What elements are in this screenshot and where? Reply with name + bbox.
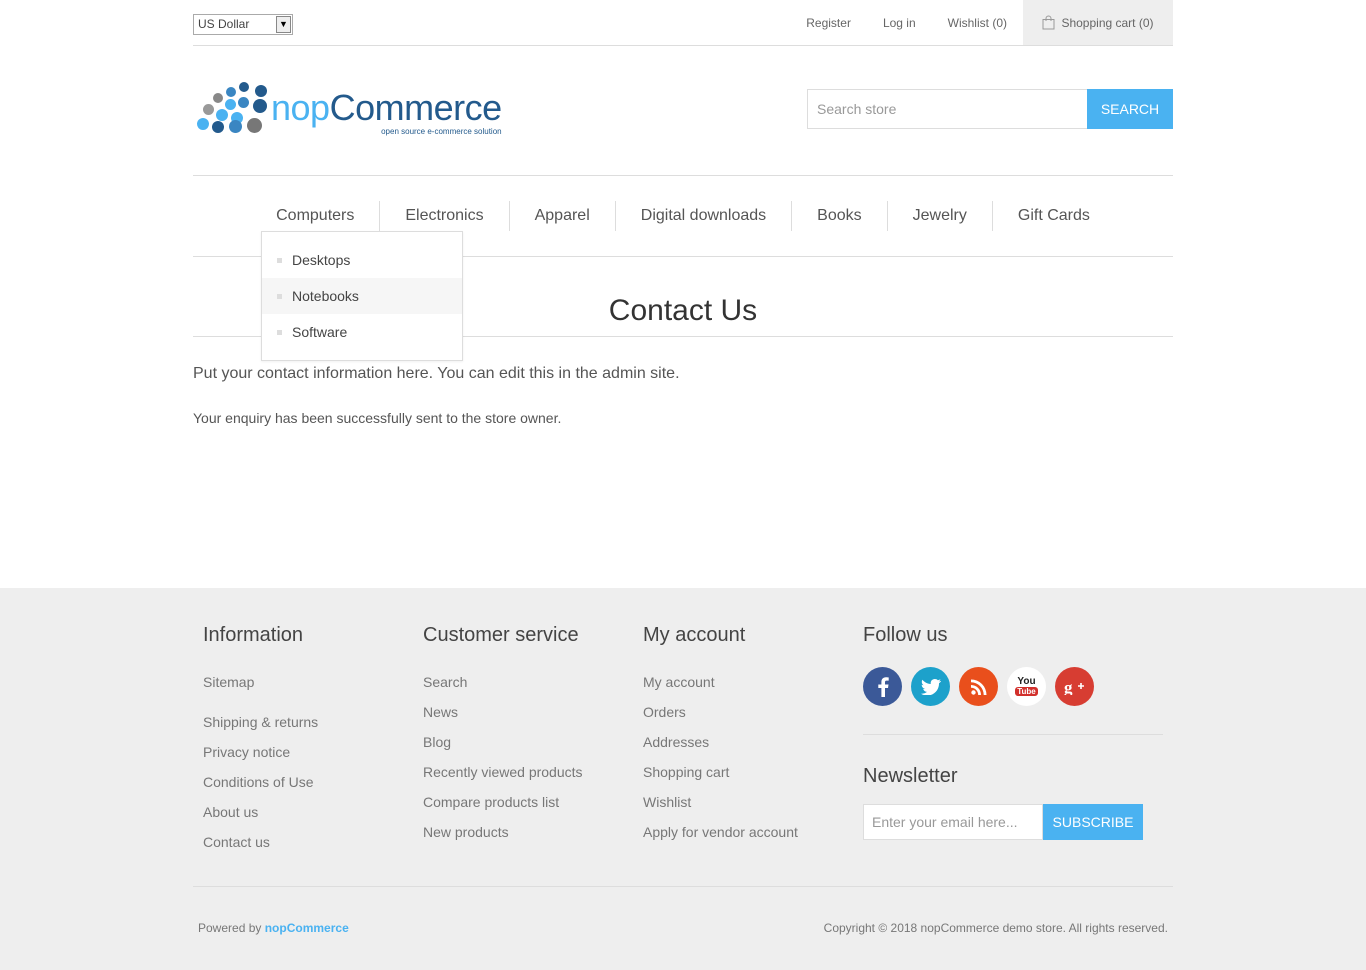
google-plus-icon[interactable]: g bbox=[1055, 667, 1094, 706]
newsletter-title: Newsletter bbox=[863, 765, 958, 787]
footer-heading: Information bbox=[203, 624, 304, 646]
footer: Information Sitemap Shipping & returns P… bbox=[0, 588, 1366, 970]
search-box: Search bbox=[807, 89, 1173, 129]
footer-link-contact-us[interactable]: Contact us bbox=[203, 827, 413, 857]
newsletter-email-input[interactable] bbox=[863, 804, 1043, 840]
footer-bottom: Powered by nopCommerce Copyright © 2018 … bbox=[193, 887, 1173, 969]
topic-text: Put your contact information here. You c… bbox=[193, 365, 680, 382]
footer-heading: Follow us bbox=[863, 624, 948, 646]
footer-link-apply-vendor[interactable]: Apply for vendor account bbox=[643, 817, 853, 847]
select-arrow-icon[interactable]: ▼ bbox=[276, 16, 291, 33]
footer-customer-service: Customer service Search News Blog Recent… bbox=[413, 624, 633, 886]
wishlist-label: Wishlist bbox=[947, 15, 989, 30]
shopping-cart-link[interactable]: Shopping cart (0) bbox=[1023, 0, 1173, 45]
logo-dots-icon bbox=[197, 82, 267, 134]
footer-link-shipping-returns[interactable]: Shipping & returns bbox=[203, 707, 413, 737]
submenu-label: Software bbox=[292, 324, 348, 340]
header: nopCommerce open source e-commerce solut… bbox=[193, 46, 1173, 176]
bullet-icon bbox=[277, 293, 282, 299]
footer-divider bbox=[863, 734, 1163, 735]
youtube-icon[interactable]: You Tube bbox=[1007, 667, 1046, 706]
footer-link-conditions-of-use[interactable]: Conditions of Use bbox=[203, 767, 413, 797]
logo-brand-prefix: nop bbox=[271, 87, 330, 128]
footer-link-my-account[interactable]: My account bbox=[643, 667, 853, 697]
subscribe-button[interactable]: Subscribe bbox=[1043, 804, 1143, 840]
bullet-icon bbox=[277, 329, 282, 335]
submenu-label: Desktops bbox=[292, 252, 351, 268]
submenu-item-software[interactable]: Software bbox=[262, 314, 462, 350]
logo-tagline: open source e-commerce solution bbox=[381, 127, 502, 136]
footer-link-blog[interactable]: Blog bbox=[423, 727, 633, 757]
register-link[interactable]: Register bbox=[806, 16, 851, 30]
footer-link-shopping-cart[interactable]: Shopping cart bbox=[643, 757, 853, 787]
success-message: Your enquiry has been successfully sent … bbox=[193, 410, 562, 426]
twitter-icon[interactable] bbox=[911, 667, 950, 706]
currency-selected-value: US Dollar bbox=[198, 17, 250, 31]
footer-information: Information Sitemap Shipping & returns P… bbox=[193, 624, 413, 886]
footer-link-compare-products[interactable]: Compare products list bbox=[423, 787, 633, 817]
bullet-icon bbox=[277, 257, 282, 263]
footer-link-news[interactable]: News bbox=[423, 697, 633, 727]
top-bar: US Dollar ▼ Register Log in Wishlist (0)… bbox=[193, 0, 1173, 46]
submenu-item-desktops[interactable]: Desktops bbox=[262, 242, 462, 278]
footer-link-privacy-notice[interactable]: Privacy notice bbox=[203, 737, 413, 767]
footer-columns: Information Sitemap Shipping & returns P… bbox=[193, 588, 1173, 887]
menu-item-computers[interactable]: Computers bbox=[251, 201, 379, 231]
logo-text: nopCommerce open source e-commerce solut… bbox=[271, 87, 503, 136]
newsletter-form: Subscribe bbox=[863, 804, 1173, 840]
logo-brand-suffix: Commerce bbox=[329, 87, 503, 128]
youtube-label-top: You bbox=[1017, 676, 1036, 687]
menu-item-gift-cards[interactable]: Gift Cards bbox=[991, 201, 1115, 231]
youtube-label-bottom: Tube bbox=[1015, 687, 1038, 696]
submenu-label: Notebooks bbox=[292, 288, 359, 304]
cart-label: Shopping cart bbox=[1061, 15, 1136, 30]
footer-link-orders[interactable]: Orders bbox=[643, 697, 853, 727]
footer-link-new-products[interactable]: New products bbox=[423, 817, 633, 847]
svg-text:g: g bbox=[1064, 679, 1073, 695]
rss-icon[interactable] bbox=[959, 667, 998, 706]
footer-link-search[interactable]: Search bbox=[423, 667, 633, 697]
footer-heading: Customer service bbox=[423, 624, 579, 646]
footer-follow-us: Follow us You Tube g Newsletter Enter yo… bbox=[853, 624, 1173, 886]
footer-my-account: My account My account Orders Addresses S… bbox=[633, 624, 853, 886]
powered-by-link[interactable]: nopCommerce bbox=[265, 921, 349, 935]
computers-submenu: Desktops Notebooks Software bbox=[261, 231, 463, 361]
shopping-bag-icon bbox=[1042, 15, 1055, 30]
store-logo[interactable]: nopCommerce open source e-commerce solut… bbox=[197, 82, 503, 136]
menu-item-electronics[interactable]: Electronics bbox=[379, 201, 508, 231]
login-link[interactable]: Log in bbox=[883, 16, 916, 30]
search-button[interactable]: Search bbox=[1087, 89, 1173, 129]
footer-link-recently-viewed[interactable]: Recently viewed products bbox=[423, 757, 633, 787]
header-links: Register Log in Wishlist (0) Shopping ca… bbox=[774, 0, 1173, 45]
powered-by-prefix: Powered by bbox=[198, 921, 262, 935]
facebook-icon[interactable] bbox=[863, 667, 902, 706]
copyright-text: Copyright © 2018 nopCommerce demo store.… bbox=[823, 921, 1168, 935]
menu-item-digital-downloads[interactable]: Digital downloads bbox=[614, 201, 791, 231]
search-input[interactable] bbox=[807, 89, 1087, 129]
menu-item-books[interactable]: Books bbox=[791, 201, 886, 231]
currency-select[interactable]: US Dollar ▼ bbox=[193, 14, 293, 35]
footer-heading: My account bbox=[643, 624, 746, 646]
submenu-item-notebooks[interactable]: Notebooks bbox=[262, 278, 462, 314]
top-menu: Computers Electronics Apparel Digital do… bbox=[193, 176, 1173, 361]
footer-link-addresses[interactable]: Addresses bbox=[643, 727, 853, 757]
social-links: You Tube g bbox=[863, 667, 1173, 706]
cart-count: (0) bbox=[1138, 15, 1154, 30]
footer-link-about-us[interactable]: About us bbox=[203, 797, 413, 827]
footer-link-sitemap[interactable]: Sitemap bbox=[203, 667, 413, 697]
menu-item-apparel[interactable]: Apparel bbox=[508, 201, 615, 231]
footer-link-wishlist[interactable]: Wishlist bbox=[643, 787, 853, 817]
powered-by: Powered by nopCommerce bbox=[198, 921, 349, 935]
wishlist-count: (0) bbox=[992, 15, 1007, 30]
wishlist-link[interactable]: Wishlist (0) bbox=[948, 16, 1007, 30]
menu-item-jewelry[interactable]: Jewelry bbox=[886, 201, 992, 231]
